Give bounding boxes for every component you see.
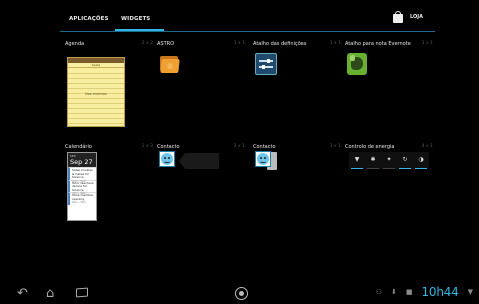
sync-icon: ↻ bbox=[397, 152, 413, 169]
shopping-bag-icon bbox=[392, 11, 404, 23]
status-area[interactable]: ⚇ ⬇ ■ 10h44 ▼ bbox=[376, 285, 473, 299]
calendar-event: Sales Cookies & Cakes for Science 3pm – … bbox=[68, 167, 96, 183]
battery-icon: ■ bbox=[405, 288, 413, 296]
top-tab-bar: APLICAÇÕES WIDGETS LOJA bbox=[0, 0, 479, 31]
widget-power-control[interactable]: Controlo de energia 4 x 1 ▼ ✱ ✦ ↻ ◑ bbox=[345, 144, 433, 244]
widget-agenda[interactable]: Agenda 2 x 2 Sexta Nos eventos bbox=[65, 41, 153, 141]
widget-title: Contacto bbox=[253, 144, 276, 150]
widget-settings-shortcut[interactable]: Atalho das definições 1 x 1 bbox=[253, 41, 341, 141]
widget-size: 1 x 1 bbox=[421, 41, 433, 46]
contact-bubble bbox=[179, 153, 219, 169]
widget-size: 4 x 1 bbox=[421, 144, 433, 149]
widget-title: Atalho das definições bbox=[253, 41, 307, 47]
download-icon: ⬇ bbox=[390, 288, 397, 296]
notepad-message: Nos eventos bbox=[85, 92, 107, 96]
widget-title: Agenda bbox=[65, 41, 85, 47]
system-navigation-bar: ↶ ⌂ ⚇ ⬇ ■ 10h44 ▼ bbox=[0, 283, 479, 304]
calendar-preview: SEP Sep 27 Sales Cookies & Cakes for Sci… bbox=[67, 152, 97, 221]
widget-title: Calendário bbox=[65, 144, 92, 150]
back-icon[interactable]: ↶ bbox=[17, 286, 28, 301]
widget-title: Contacto bbox=[157, 144, 180, 150]
center-circle-icon[interactable] bbox=[235, 287, 248, 300]
widget-title: Atalho para nota Evernote bbox=[345, 41, 411, 47]
usb-icon: ⚇ bbox=[375, 288, 382, 296]
evernote-icon bbox=[347, 53, 369, 75]
widget-evernote-shortcut[interactable]: Atalho para nota Evernote 1 x 1 bbox=[345, 41, 433, 141]
widget-size: 1 x 1 bbox=[233, 41, 245, 46]
wifi-signal-icon: ▼ bbox=[467, 288, 473, 296]
widget-title: Controlo de energia bbox=[345, 144, 395, 150]
agenda-notepad-preview: Sexta Nos eventos bbox=[67, 57, 125, 127]
store-label: LOJA bbox=[410, 14, 423, 20]
clock: 10h44 bbox=[421, 285, 459, 299]
home-icon[interactable]: ⌂ bbox=[46, 286, 54, 301]
folder-icon bbox=[159, 53, 181, 75]
tab-applications[interactable]: APLICAÇÕES bbox=[69, 16, 109, 22]
gps-icon: ✦ bbox=[381, 152, 397, 169]
contact-card-icon bbox=[255, 151, 277, 173]
wifi-icon: ▼ bbox=[349, 152, 365, 169]
bluetooth-icon: ✱ bbox=[365, 152, 381, 169]
calendar-event: Tutor teachers demos for Science 3pm – 6… bbox=[68, 179, 96, 195]
store-button[interactable]: LOJA bbox=[392, 11, 423, 23]
tab-widgets[interactable]: WIDGETS bbox=[121, 16, 150, 22]
calendar-date: Sep 27 bbox=[70, 158, 93, 166]
widget-size: 2 x 3 bbox=[141, 144, 153, 149]
contact-icon bbox=[159, 151, 181, 173]
notepad-header: Sexta bbox=[68, 63, 124, 68]
recent-apps-icon[interactable] bbox=[76, 286, 88, 301]
widget-size: 1 x 1 bbox=[329, 144, 341, 149]
divider bbox=[60, 31, 435, 32]
widget-contact-large[interactable]: Contacto 2 x 1 bbox=[157, 144, 245, 244]
widget-calendar[interactable]: Calendário 2 x 3 SEP Sep 27 Sales Cookie… bbox=[65, 144, 153, 244]
brightness-icon: ◑ bbox=[413, 152, 429, 169]
widget-size: 2 x 2 bbox=[141, 41, 153, 46]
widget-contact-small[interactable]: Contacto 1 x 1 bbox=[253, 144, 341, 244]
widget-title: ASTRO bbox=[157, 41, 175, 47]
widget-size: 1 x 1 bbox=[329, 41, 341, 46]
widget-size: 2 x 1 bbox=[233, 144, 245, 149]
power-control-preview: ▼ ✱ ✦ ↻ ◑ bbox=[349, 152, 429, 169]
calendar-event: Shop member opening 6pm – 9pm bbox=[68, 192, 96, 205]
settings-icon bbox=[255, 53, 277, 75]
widget-astro[interactable]: ASTRO 1 x 1 bbox=[157, 41, 245, 141]
